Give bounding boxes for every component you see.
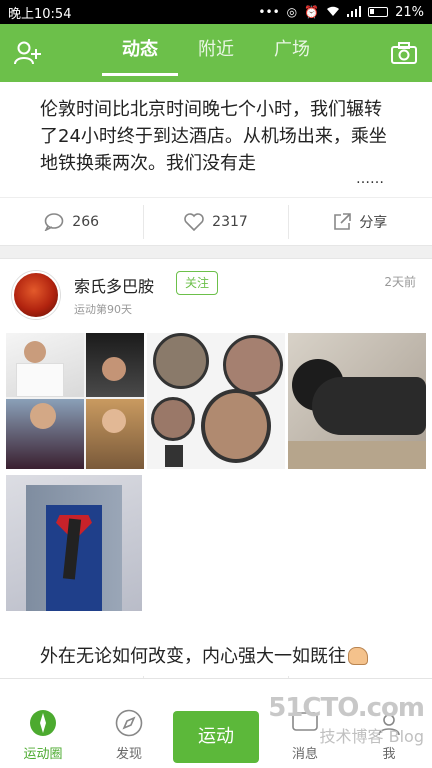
post-photo[interactable] (147, 333, 285, 469)
battery-percent: 21% (395, 4, 424, 20)
signal-icon (347, 5, 362, 19)
tab-feed[interactable]: 动态 (102, 24, 178, 82)
post-photo[interactable] (288, 333, 426, 469)
post-photo[interactable] (6, 333, 144, 469)
avatar[interactable] (12, 271, 60, 319)
top-nav: 动态 附近 广场 (0, 24, 432, 82)
post-action-bar: 266 2317 分享 (0, 197, 432, 245)
tab-square[interactable]: 广场 (254, 24, 330, 82)
wifi-icon (326, 6, 340, 19)
tab-nearby[interactable]: 附近 (178, 24, 254, 82)
nav-discover[interactable]: 发现 (86, 679, 172, 768)
battery-icon (368, 7, 389, 17)
follow-button[interactable]: 关注 (176, 271, 218, 295)
start-workout-button[interactable]: 运动 (173, 711, 259, 763)
more-dots-icon: ••• (258, 5, 280, 19)
camera-icon (391, 42, 417, 64)
compass-icon (30, 710, 56, 736)
post-text-2[interactable]: 外在无论如何改变，内心强大一如既往 (0, 642, 368, 668)
discover-icon (115, 709, 143, 737)
post-photo[interactable] (6, 475, 142, 611)
like-button[interactable]: 2317 (143, 204, 287, 239)
watermark-site: 51CTO.com (268, 693, 425, 723)
post-text-2-content: 外在无论如何改变，内心强大一如既往 (40, 646, 346, 667)
username[interactable]: 索氏多巴胺 (74, 273, 154, 297)
photo-grid (0, 333, 432, 625)
share-button[interactable]: 分享 (287, 204, 432, 239)
post-time: 2天前 (384, 275, 416, 289)
add-friend-button[interactable] (0, 24, 56, 82)
comment-count: 266 (72, 213, 100, 230)
nav-label: 运动圈 (23, 747, 63, 762)
add-user-icon (14, 41, 41, 65)
nav-label: 发现 (115, 747, 142, 762)
alarm-icon: ⏰ (304, 5, 320, 19)
bottom-nav: 运动圈 发现 运动 消息 我 51CTO.com 技术博客 Blog (0, 678, 432, 768)
mute-icon: ◎ (286, 5, 298, 19)
post-divider (0, 245, 432, 259)
watermark-line2: 技术博客 (319, 727, 384, 746)
share-label: 分享 (359, 214, 388, 231)
watermark-blog: 技术博客 Blog (268, 723, 424, 747)
camera-button[interactable] (376, 24, 432, 82)
like-count: 2317 (212, 213, 248, 230)
comment-button[interactable]: 266 (0, 205, 143, 239)
user-subinfo: 运动第90天 (74, 303, 132, 316)
feed[interactable]: 伦敦时间比北京时间晚七个小时，我们辗转了24小时终于到达酒店。从机场出来，乘坐地… (0, 82, 432, 678)
share-icon (334, 212, 352, 230)
feed-tabs: 动态 附近 广场 (56, 24, 376, 82)
heart-icon (184, 212, 204, 231)
watermark-line3: Blog (388, 727, 424, 746)
status-bar: 晚上10:54 ••• ◎ ⏰ 21% (0, 0, 432, 24)
nav-sport-circle[interactable]: 运动圈 (0, 679, 86, 768)
post-header: 索氏多巴胺 关注 运动第90天 2天前 (0, 259, 432, 333)
post-text[interactable]: 伦敦时间比北京时间晚七个小时，我们辗转了24小时终于到达酒店。从机场出来，乘坐地… (0, 82, 432, 177)
comment-icon (44, 212, 64, 231)
status-time: 晚上10:54 (8, 6, 72, 22)
watermark: 51CTO.com 技术博客 Blog (268, 693, 425, 747)
flexed-biceps-icon (348, 647, 368, 665)
